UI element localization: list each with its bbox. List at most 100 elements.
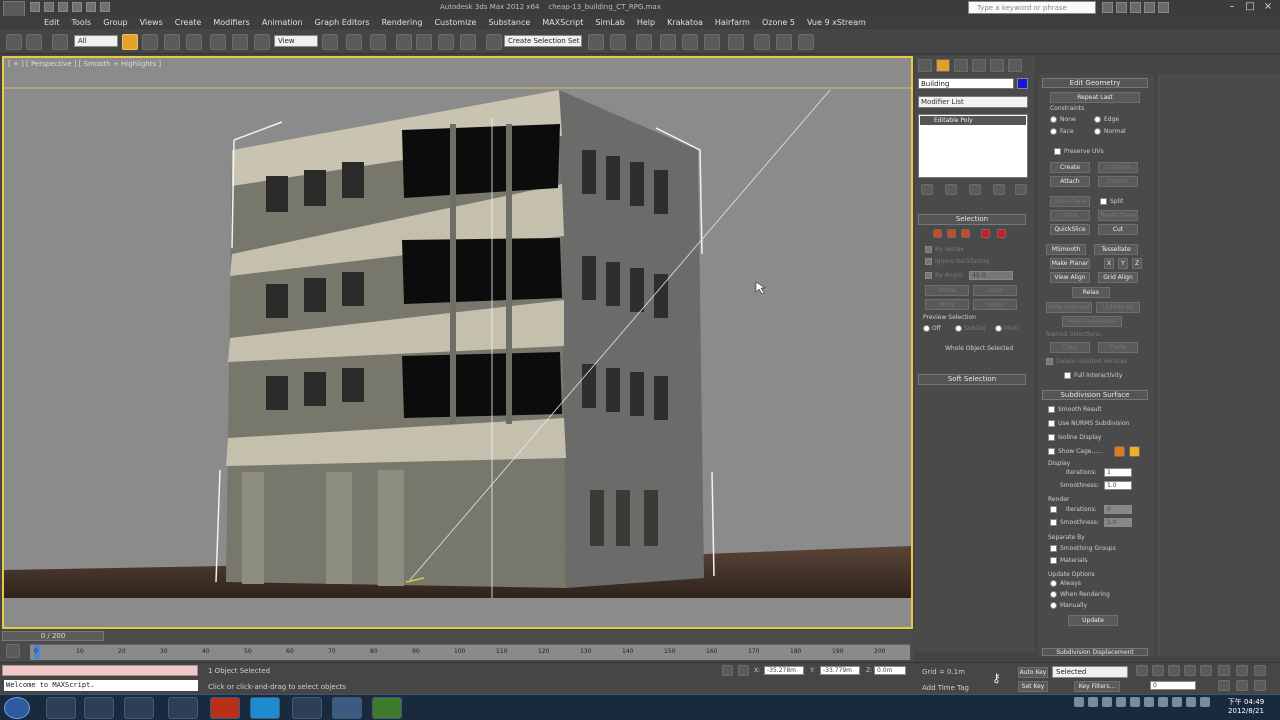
pan-icon[interactable] xyxy=(1236,680,1248,691)
selection-filter-dropdown[interactable]: All xyxy=(74,35,118,47)
search-input[interactable]: Type a keyword or phrase xyxy=(968,1,1096,14)
remove-modifier-icon[interactable] xyxy=(993,184,1005,195)
tray-icon[interactable] xyxy=(1116,697,1126,707)
soft-selection-rollout-header[interactable]: Soft Selection xyxy=(918,374,1026,385)
y-coordinate-field[interactable]: -33.779m xyxy=(820,666,860,675)
go-to-start-icon[interactable] xyxy=(1136,665,1148,676)
hide-selected-button[interactable]: Hide Selected xyxy=(1046,302,1092,313)
mirror-icon[interactable] xyxy=(588,34,604,50)
hide-unselected-button[interactable]: Hide Unselected xyxy=(1062,316,1122,327)
edit-named-selection-icon[interactable] xyxy=(486,34,502,50)
menu-simlab[interactable]: SimLab xyxy=(589,16,631,29)
menu-rendering[interactable]: Rendering xyxy=(376,16,429,29)
rect-selection-icon[interactable] xyxy=(164,34,180,50)
tray-icon[interactable] xyxy=(1158,697,1168,707)
ring-button[interactable]: Ring xyxy=(925,299,969,310)
configure-sets-icon[interactable] xyxy=(1015,184,1027,195)
modifier-stack[interactable]: Editable Poly xyxy=(918,114,1028,178)
detach-button[interactable]: Detach xyxy=(1098,176,1138,187)
menu-graph-editors[interactable]: Graph Editors xyxy=(309,16,376,29)
skype-icon[interactable] xyxy=(250,697,280,719)
app-icon[interactable] xyxy=(124,697,154,719)
collapse-button[interactable]: Collapse xyxy=(1098,162,1138,173)
tray-icon[interactable] xyxy=(1172,697,1182,707)
relax-button[interactable]: Relax xyxy=(1072,287,1110,298)
scale-icon[interactable] xyxy=(254,34,270,50)
preview-subobj-radio[interactable] xyxy=(955,325,962,332)
schematic-view-icon[interactable] xyxy=(704,34,720,50)
lock-selection-icon[interactable] xyxy=(722,665,733,676)
reference-coordinate-dropdown[interactable]: View xyxy=(274,35,318,47)
menu-views[interactable]: Views xyxy=(134,16,169,29)
vertex-mode-icon[interactable] xyxy=(933,229,942,238)
attach-button[interactable]: Attach xyxy=(1050,176,1090,187)
copy-button[interactable]: Copy xyxy=(1050,342,1090,353)
render-production-icon[interactable] xyxy=(798,34,814,50)
maximize-icon[interactable]: □ xyxy=(1244,1,1256,13)
update-always-radio[interactable] xyxy=(1050,580,1057,587)
by-angle-spinner[interactable]: 45.0 xyxy=(969,271,1013,280)
smoothing-groups-checkbox[interactable] xyxy=(1050,545,1057,552)
absolute-mode-icon[interactable] xyxy=(738,665,749,676)
quickslice-button[interactable]: QuickSlice xyxy=(1050,224,1090,235)
cage-color-swatch-2[interactable] xyxy=(1129,446,1140,457)
hierarchy-tab-icon[interactable] xyxy=(954,59,968,72)
select-manipulate-icon[interactable] xyxy=(346,34,362,50)
update-manually-radio[interactable] xyxy=(1050,602,1057,609)
spinner-snap-icon[interactable] xyxy=(460,34,476,50)
media-player-icon[interactable] xyxy=(84,697,114,719)
split-checkbox[interactable] xyxy=(1100,198,1107,205)
align-icon[interactable] xyxy=(610,34,626,50)
msmooth-button[interactable]: MSmooth xyxy=(1046,244,1086,255)
utilities-tab-icon[interactable] xyxy=(1008,59,1022,72)
ime-icon[interactable] xyxy=(1074,697,1084,707)
close-icon[interactable]: × xyxy=(1262,1,1274,13)
favorites-icon[interactable] xyxy=(1144,2,1155,13)
project-folder-icon[interactable] xyxy=(100,2,110,12)
window-crossing-icon[interactable] xyxy=(186,34,202,50)
update-when-rendering-radio[interactable] xyxy=(1050,591,1057,598)
loop-button[interactable]: Loop xyxy=(973,299,1017,310)
maxscript-mini-listener[interactable]: Welcome to MAXScript. xyxy=(4,680,198,691)
menu-maxscript[interactable]: MAXScript xyxy=(536,16,589,29)
network-icon[interactable] xyxy=(1130,697,1140,707)
menu-customize[interactable]: Customize xyxy=(428,16,482,29)
link-icon[interactable] xyxy=(52,34,68,50)
preview-multi-radio[interactable] xyxy=(995,325,1002,332)
internet-explorer-icon[interactable] xyxy=(46,697,76,719)
material-editor-icon[interactable] xyxy=(728,34,744,50)
menu-vue[interactable]: Vue 9 xStream xyxy=(801,16,872,29)
selection-rollout-header[interactable]: Selection xyxy=(918,214,1026,225)
shrink-button[interactable]: Shrink xyxy=(925,285,969,296)
slice-plane-button[interactable]: Slice Plane xyxy=(1050,196,1090,207)
repeat-last-button[interactable]: Repeat Last xyxy=(1050,92,1140,103)
display-smoothness-spinner[interactable]: 1.0 xyxy=(1104,481,1132,490)
object-color-swatch[interactable] xyxy=(1017,78,1028,89)
tray-icon[interactable] xyxy=(1200,697,1210,707)
add-time-tag-text[interactable]: Add Time Tag xyxy=(922,684,969,692)
percent-snap-icon[interactable] xyxy=(438,34,454,50)
object-name-field[interactable]: Building xyxy=(918,78,1014,89)
tessellate-button[interactable]: Tessellate xyxy=(1094,244,1138,255)
show-end-result-icon[interactable] xyxy=(945,184,957,195)
planar-x-button[interactable]: X xyxy=(1104,258,1114,269)
undo-icon[interactable] xyxy=(72,2,82,12)
menu-edit[interactable]: Edit xyxy=(38,16,66,29)
menu-modifiers[interactable]: Modifiers xyxy=(207,16,256,29)
constraint-face-radio[interactable] xyxy=(1050,128,1057,135)
edit-geometry-rollout-header[interactable]: Edit Geometry xyxy=(1042,78,1148,88)
angle-snap-icon[interactable] xyxy=(416,34,432,50)
paste-button[interactable]: Paste xyxy=(1098,342,1138,353)
menu-hairfarm[interactable]: Hairfarm xyxy=(709,16,756,29)
menu-tools[interactable]: Tools xyxy=(66,16,98,29)
select-object-icon[interactable] xyxy=(122,34,138,50)
x-coordinate-field[interactable]: -35.278m xyxy=(764,666,804,675)
subdivision-displacement-rollout-header[interactable]: Subdivision Displacement xyxy=(1042,648,1148,656)
communication-icon[interactable] xyxy=(1130,2,1141,13)
show-cage-checkbox[interactable] xyxy=(1048,448,1055,455)
play-icon[interactable] xyxy=(1168,665,1180,676)
by-vertex-checkbox[interactable] xyxy=(925,246,932,253)
new-file-icon[interactable] xyxy=(30,2,40,12)
named-selection-set-dropdown[interactable]: Create Selection Set xyxy=(504,35,582,47)
ignore-backfacing-checkbox[interactable] xyxy=(925,258,932,265)
